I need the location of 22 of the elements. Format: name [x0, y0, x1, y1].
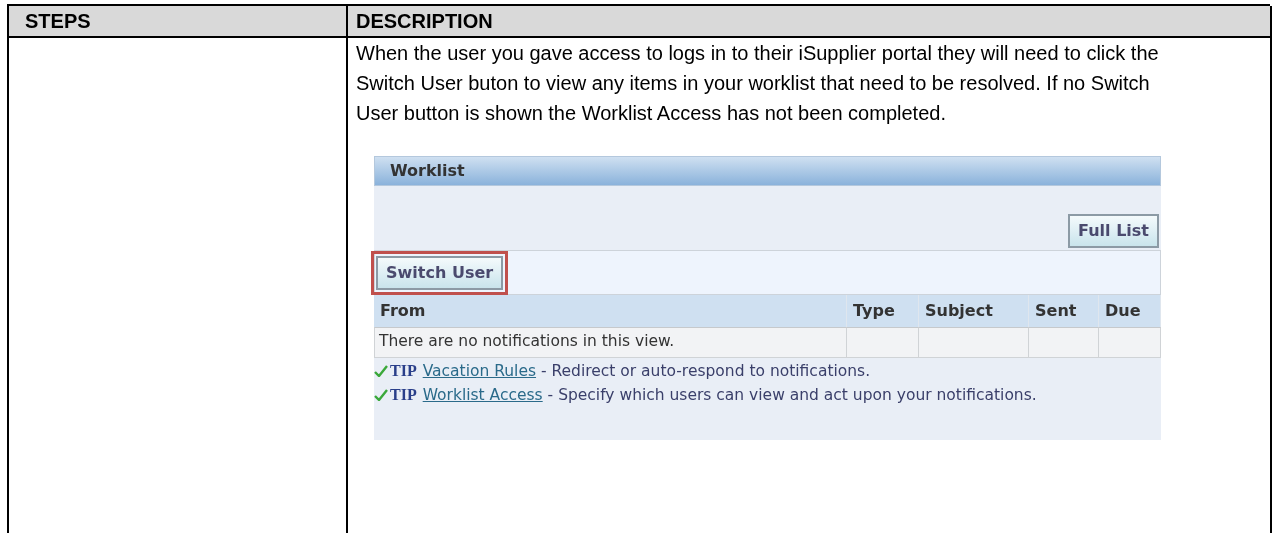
- table-cell: There are no notifications in this view.: [374, 327, 847, 358]
- column-header: Subject: [919, 295, 1029, 327]
- tip-label: TIP: [390, 385, 417, 405]
- region-header: Worklist: [374, 156, 1161, 186]
- full-list-button[interactable]: Full List: [1068, 214, 1159, 248]
- table-cell: [847, 327, 919, 358]
- tip-text: Worklist Access - Specify which users can view and act upon your notifications.: [422, 385, 1037, 406]
- tip-text: Vacation Rules - Redirect or auto-respond to notifications.: [422, 361, 871, 382]
- column-header: Sent: [1029, 295, 1099, 327]
- tip-link[interactable]: Vacation Rules: [422, 362, 537, 380]
- column-header: DESCRIPTION: [356, 10, 493, 32]
- column-header: From: [374, 295, 847, 327]
- column-header: Due: [1099, 295, 1161, 327]
- tip-link[interactable]: Worklist Access: [422, 386, 543, 404]
- check-icon: [374, 389, 388, 401]
- column-header: Type: [847, 295, 919, 327]
- column-header: STEPS: [25, 10, 91, 32]
- table-cell: [1029, 327, 1099, 358]
- check-icon: [374, 365, 388, 377]
- switch-user-button[interactable]: Switch User: [376, 255, 504, 290]
- tip-label: TIP: [390, 361, 417, 381]
- description-paragraph: When the user you gave access to logs in to their iSupplier portal they will need to click the Switch User buton to view any items in your worklist that need to be resolved. If no Switch User button is shown the Worklist Access has not been completed.: [355, 41, 1160, 126]
